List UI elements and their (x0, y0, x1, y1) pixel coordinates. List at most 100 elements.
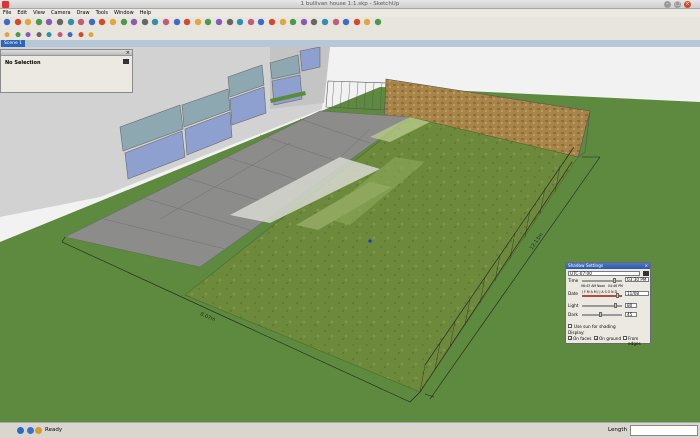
eraser-icon[interactable] (13, 18, 24, 28)
title-bar: 1 bullivan house 1:1.skp - SketchUp – □ … (0, 0, 700, 9)
display-label: Display: (568, 330, 585, 335)
section-plane-icon[interactable] (352, 18, 363, 28)
maximize-button[interactable]: □ (674, 1, 681, 8)
shadows-toggle-icon[interactable] (643, 271, 649, 276)
window-title: 1 bullivan house 1:1.skp - SketchUp (300, 1, 400, 7)
rotate-icon[interactable] (140, 18, 151, 28)
get-models-icon[interactable] (363, 18, 374, 28)
tape-measure-icon[interactable] (183, 18, 194, 28)
from-edges-checkbox[interactable] (623, 336, 627, 340)
fog-icon[interactable] (66, 31, 75, 39)
protractor-icon[interactable] (204, 18, 215, 28)
minimize-button[interactable]: – (664, 1, 671, 8)
polygon-icon[interactable] (98, 18, 109, 28)
secondary-toolbar (0, 30, 700, 40)
close-icon[interactable]: × (644, 263, 648, 269)
zoom-window-icon[interactable] (278, 18, 289, 28)
components-icon[interactable] (76, 31, 86, 39)
main-toolbar (0, 17, 700, 30)
shadows-icon[interactable] (55, 31, 65, 39)
axes-icon[interactable] (225, 18, 236, 28)
date-months: J F M A M J J A S O N D (582, 290, 618, 294)
light-field[interactable]: 80 (625, 303, 637, 308)
zoom-extents-icon[interactable] (289, 18, 300, 28)
layers-icon[interactable] (34, 31, 44, 39)
cursor-point (368, 239, 372, 243)
dark-slider-thumb[interactable] (599, 312, 602, 317)
light-label: Light (568, 303, 579, 308)
help-icon[interactable] (17, 427, 24, 434)
3d-viewport[interactable]: 8.07m 12.13m (0, 47, 700, 422)
menu-view[interactable]: View (30, 9, 48, 16)
from-edges-label: From edges (628, 336, 641, 346)
orbit-icon[interactable] (246, 18, 257, 28)
time-slider[interactable] (582, 280, 622, 282)
push-pull-icon[interactable] (130, 18, 141, 28)
menu-bar: File Edit View Camera Draw Tools Window … (0, 9, 700, 17)
menu-file[interactable]: File (0, 9, 14, 16)
geo-location-icon[interactable] (27, 427, 34, 434)
freehand-icon[interactable] (109, 18, 119, 28)
measurements-label: Length (608, 427, 627, 433)
scene-tab[interactable]: Scene 1 (1, 40, 26, 47)
time-slider-thumb[interactable] (613, 278, 616, 283)
time-start-label: 06:43 AM (581, 284, 597, 288)
on-faces-checkbox[interactable]: ✓ (568, 336, 572, 341)
select-icon[interactable] (3, 18, 13, 28)
next-view-icon[interactable] (310, 18, 321, 28)
measurements-input[interactable] (630, 425, 698, 436)
date-label: Date (568, 291, 579, 296)
time-noon-label: Noon (597, 284, 606, 288)
on-ground-label: On ground (599, 336, 622, 341)
make-component-icon[interactable] (34, 18, 45, 28)
menu-help[interactable]: Help (137, 9, 154, 16)
move-icon[interactable] (119, 18, 130, 28)
use-sun-checkbox[interactable] (568, 324, 572, 328)
menu-edit[interactable]: Edit (14, 9, 30, 16)
light-slider-thumb[interactable] (614, 303, 617, 308)
dark-field[interactable]: 45 (625, 312, 637, 317)
rectangle-icon[interactable] (56, 18, 66, 28)
timezone-select[interactable]: UTC-07:00 (568, 271, 640, 276)
look-around-icon[interactable] (342, 18, 353, 28)
dimension-icon[interactable] (193, 18, 204, 28)
offset-icon[interactable] (172, 18, 183, 28)
eraser-alt-icon[interactable] (45, 18, 56, 28)
folder-open-icon[interactable] (3, 31, 12, 39)
styles-icon[interactable] (45, 31, 54, 39)
entity-info-toggle-icon[interactable] (123, 59, 129, 64)
position-camera-icon[interactable] (321, 18, 331, 28)
materials-icon[interactable] (87, 31, 96, 39)
circle-icon[interactable] (77, 18, 88, 28)
time-end-label: 04:46 PM (608, 284, 623, 288)
menu-draw[interactable]: Draw (74, 9, 93, 16)
previous-view-icon[interactable] (299, 18, 310, 28)
pan-icon[interactable] (257, 18, 268, 28)
3d-text-icon[interactable] (236, 18, 247, 28)
line-icon[interactable] (66, 18, 77, 28)
paint-bucket-icon[interactable] (24, 18, 35, 28)
person-icon[interactable] (24, 31, 33, 39)
close-icon[interactable]: × (126, 50, 130, 56)
menu-camera[interactable]: Camera (48, 9, 74, 16)
menu-window[interactable]: Window (111, 9, 137, 16)
time-field[interactable]: 03:30 PM (625, 277, 649, 282)
credits-icon[interactable] (35, 427, 42, 434)
menu-tools[interactable]: Tools (93, 9, 111, 16)
date-field[interactable]: 11/08 (625, 291, 649, 296)
close-button[interactable]: × (684, 1, 691, 8)
follow-me-icon[interactable] (151, 18, 162, 28)
dark-slider[interactable] (582, 314, 622, 316)
scale-icon[interactable] (162, 18, 172, 28)
entity-info-header[interactable] (1, 50, 132, 56)
model-scene: 8.07m 12.13m (0, 47, 700, 422)
text-icon[interactable] (215, 18, 225, 28)
shadow-settings-title[interactable]: Shadow Settings (566, 263, 650, 269)
print-icon[interactable] (13, 31, 23, 39)
date-slider-thumb[interactable] (616, 293, 619, 298)
share-model-icon[interactable] (374, 18, 384, 28)
arc-icon[interactable] (87, 18, 98, 28)
walk-icon[interactable] (331, 18, 342, 28)
on-ground-checkbox[interactable]: ✓ (594, 336, 598, 341)
zoom-icon[interactable] (268, 18, 278, 28)
